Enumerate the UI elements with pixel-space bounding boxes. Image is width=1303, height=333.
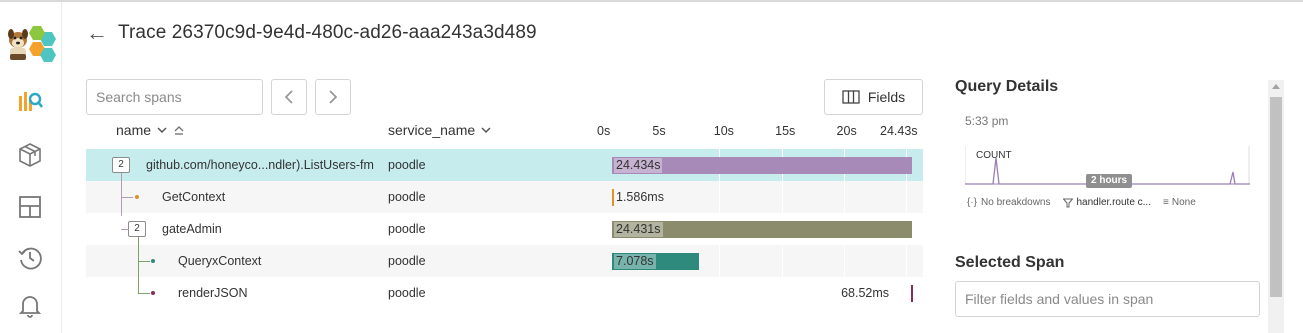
alerts-icon[interactable]	[17, 292, 43, 318]
query-icon[interactable]	[17, 88, 43, 114]
span-filter-input[interactable]	[955, 281, 1260, 317]
query-details-title: Query Details	[955, 78, 1059, 95]
span-duration: 24.431s	[614, 222, 663, 237]
chevron-down-icon	[157, 127, 167, 134]
timeline-gridline	[906, 181, 907, 213]
columns-icon	[842, 90, 860, 104]
span-row[interactable]: GetContext poodle 1.586ms	[86, 181, 923, 213]
span-duration: 24.434s	[614, 158, 663, 173]
tree-connector	[121, 229, 129, 230]
span-duration: 1.586ms	[616, 190, 664, 204]
order-icon: ≡	[1163, 197, 1169, 208]
span-duration: 68.52ms	[841, 286, 890, 300]
tree-connector	[138, 261, 150, 262]
breakdowns-label: No breakdowns	[981, 197, 1051, 208]
scroll-up-arrow-icon[interactable]	[1272, 84, 1280, 89]
timeline-tick: 20s	[836, 124, 857, 138]
timeline-gridline	[844, 245, 845, 277]
span-row[interactable]: QueryxContext poodle 7.078s	[86, 245, 923, 277]
timeline-tick: 10s	[713, 124, 734, 138]
filter-icon	[1062, 198, 1073, 207]
service-column-header[interactable]: service_name	[388, 122, 491, 138]
child-count-badge[interactable]: 2	[128, 221, 146, 237]
span-service: poodle	[388, 254, 426, 268]
span-name: renderJSON	[178, 286, 248, 300]
service-header-label: service_name	[388, 122, 476, 138]
order-label: None	[1171, 197, 1196, 208]
query-summary: {·} No breakdowns handler.route c... ≡ N…	[967, 197, 1196, 208]
name-header-label: name	[116, 122, 152, 138]
tree-connector	[121, 197, 133, 198]
span-row[interactable]: 2 gateAdmin poodle 24.431s	[86, 213, 923, 245]
filter-summary[interactable]: handler.route c...	[1062, 197, 1152, 208]
timeline-gridline	[782, 181, 783, 213]
timeline-gridline	[719, 245, 720, 277]
scrollbar-thumb[interactable]	[1270, 97, 1282, 297]
span-dot	[151, 291, 155, 295]
search-spans-input[interactable]	[86, 79, 263, 115]
timeline-gridline	[782, 245, 783, 277]
selected-span-title: Selected Span	[955, 254, 1065, 271]
chevron-down-icon	[481, 127, 491, 134]
top-border	[0, 0, 1303, 2]
span-service: poodle	[388, 190, 426, 204]
timeline-tick: 15s	[775, 124, 796, 138]
timeline-gridline	[782, 277, 783, 309]
span-name: github.com/honeyco...ndler).ListUsers-fm	[146, 158, 374, 172]
mini-chart[interactable]: COUNT 2 hours	[964, 144, 1250, 188]
back-arrow-icon[interactable]: ←	[86, 22, 108, 44]
span-row[interactable]: renderJSON poodle 68.52ms	[86, 277, 923, 309]
tree-connector	[138, 237, 139, 294]
span-name: gateAdmin	[162, 222, 222, 236]
history-icon[interactable]	[17, 245, 43, 271]
timeline-tick: 5s	[652, 124, 666, 138]
tree-connector	[138, 293, 150, 294]
prev-button[interactable]	[271, 79, 307, 115]
span-row[interactable]: 2 github.com/honeyco...ndler).ListUsers-f…	[86, 149, 923, 181]
span-duration: 7.078s	[614, 254, 656, 269]
page-header: ← Trace 26370c9d-9e4d-480c-ad26-aaa243a3…	[86, 22, 537, 44]
span-bar[interactable]	[911, 285, 913, 302]
filter-label: handler.route c...	[1076, 197, 1152, 208]
fields-button[interactable]: Fields	[824, 79, 923, 115]
span-service: poodle	[388, 158, 426, 172]
name-column-header[interactable]: name	[116, 122, 185, 138]
collapse-all-icon[interactable]	[173, 124, 185, 136]
query-details-panel: Query Details 5:33 pm COUNT 2 hours {·} …	[955, 78, 1267, 271]
span-bar[interactable]	[612, 189, 614, 206]
breakdowns-summary[interactable]: {·} No breakdowns	[967, 197, 1051, 208]
boards-icon[interactable]	[17, 194, 43, 220]
chart-metric-label: COUNT	[976, 150, 1012, 161]
app-logo[interactable]	[4, 24, 58, 64]
span-service: poodle	[388, 286, 426, 300]
span-name: GetContext	[162, 190, 226, 204]
child-count-badge[interactable]: 2	[112, 157, 130, 173]
timeline-gridline	[719, 277, 720, 309]
left-nav	[0, 2, 62, 333]
chevron-right-icon	[329, 90, 338, 104]
timeline-gridline	[844, 181, 845, 213]
range-badge: 2 hours	[1086, 174, 1133, 188]
timeline-tick: 0s	[597, 124, 611, 138]
timeline-gridline	[719, 181, 720, 213]
fields-label: Fields	[867, 89, 906, 105]
timeline-tick: 24.43s	[880, 124, 918, 138]
breakdown-icon: {·}	[967, 197, 978, 208]
span-dot	[135, 195, 139, 199]
timeline-gridline	[906, 277, 907, 309]
datasets-icon[interactable]	[17, 142, 43, 168]
span-dot	[151, 259, 155, 263]
order-summary[interactable]: ≡ None	[1163, 197, 1196, 208]
page-title: Trace 26370c9d-9e4d-480c-ad26-aaa243a3d4…	[118, 22, 537, 43]
timeline-gridline	[906, 245, 907, 277]
tree-connector	[121, 173, 122, 216]
span-name: QueryxContext	[178, 254, 262, 268]
query-time: 5:33 pm	[965, 114, 1009, 128]
chevron-left-icon	[284, 90, 293, 104]
span-service: poodle	[388, 222, 426, 236]
next-button[interactable]	[315, 79, 351, 115]
